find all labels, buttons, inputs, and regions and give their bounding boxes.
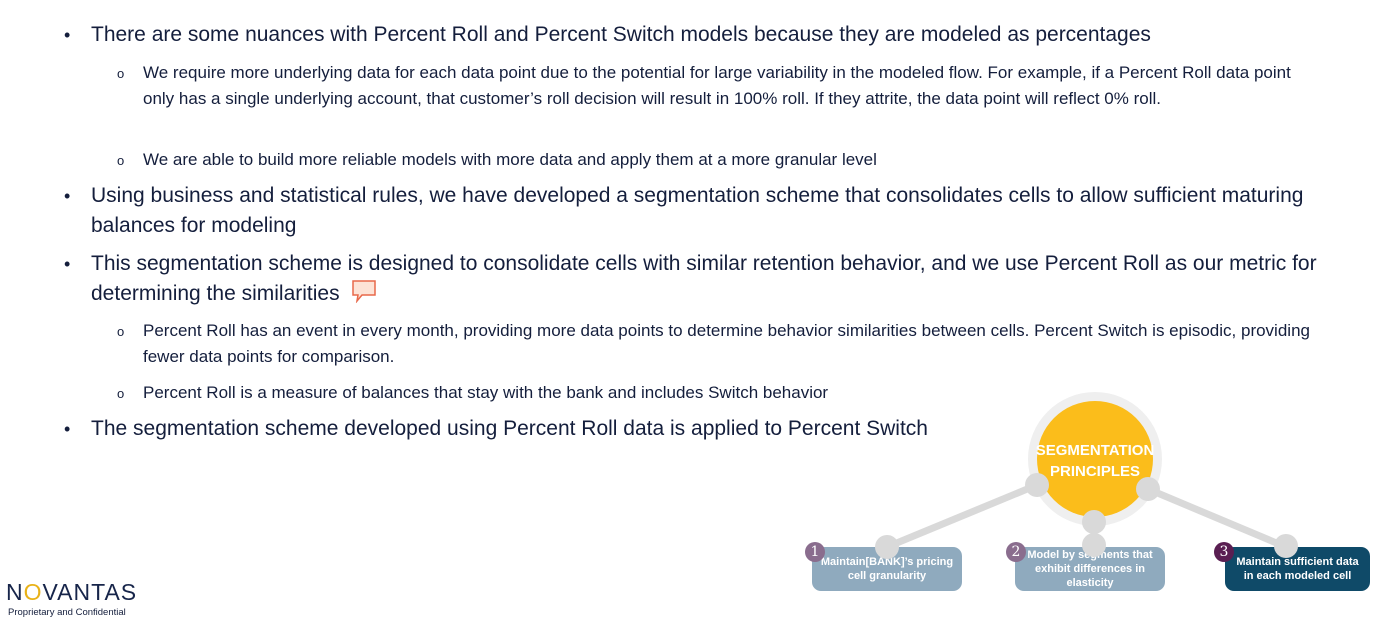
logo-part: N [6,579,24,605]
principle-number-3: 3 [1214,542,1234,562]
novantas-logo: NOVANTAS [6,579,137,605]
logo-part: VANTAS [42,579,138,605]
principle-number-2: 2 [1006,542,1026,562]
principle-number-1: 1 [805,542,825,562]
box-connector-nodes [875,533,1298,559]
logo-part: O [23,579,43,605]
confidentiality-footer: Proprietary and Confidential [8,607,126,618]
